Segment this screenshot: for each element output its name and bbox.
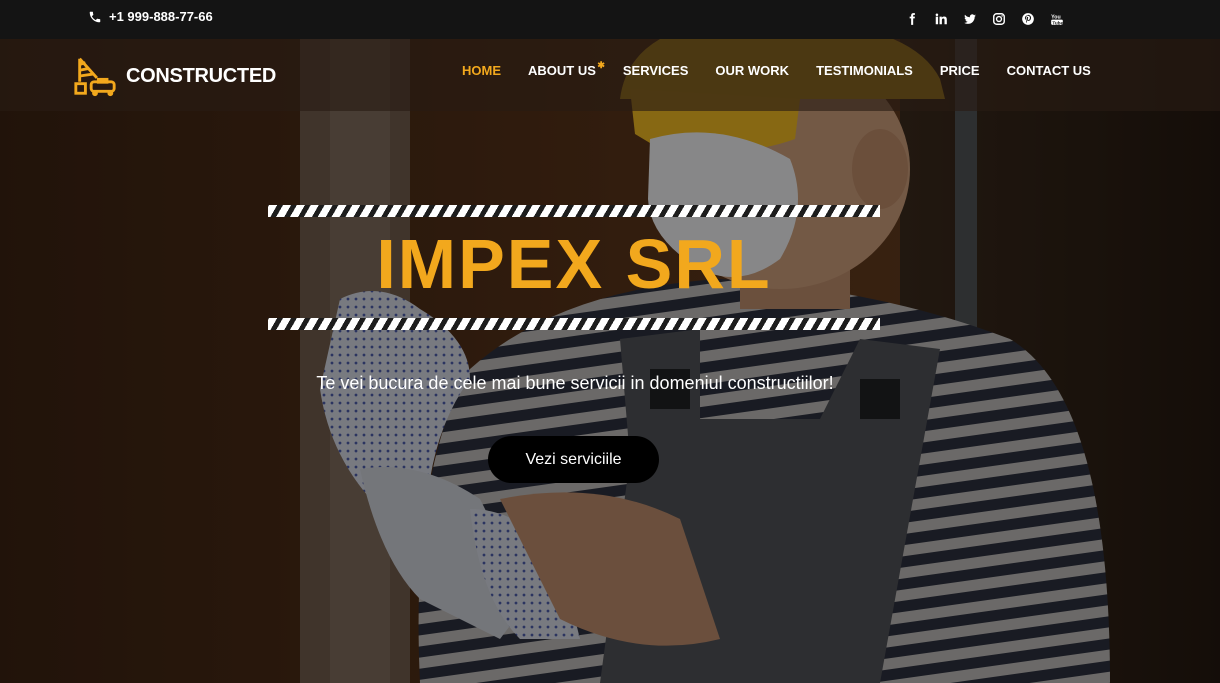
nav-our-work[interactable]: OUR WORK (715, 63, 789, 78)
nav-services[interactable]: SERVICES (623, 63, 689, 78)
youtube-icon[interactable]: You Tube (1049, 11, 1064, 26)
hero-title: IMPEX SRL (376, 225, 772, 303)
svg-text:You: You (1051, 14, 1061, 20)
instagram-icon[interactable] (991, 11, 1006, 26)
linkedin-icon[interactable] (933, 11, 948, 26)
facebook-icon[interactable] (904, 11, 919, 26)
nav-about-us-label: ABOUT US (528, 63, 596, 78)
hero-tagline: Te vei bucura de cele mai bune servicii … (316, 373, 834, 393)
nav-home[interactable]: HOME (462, 63, 501, 78)
brand-logo[interactable]: CONSTRUCTED (72, 53, 276, 99)
nav-about-us[interactable]: ABOUT US ✱ (528, 60, 605, 78)
nav-testimonials[interactable]: TESTIMONIALS (816, 63, 913, 78)
hero-background-image (0, 39, 1220, 683)
hazard-stripe-top (268, 205, 880, 217)
phone-icon (89, 11, 101, 22)
main-navbar: CONSTRUCTED HOME ABOUT US ✱ SERVICES OUR … (0, 39, 1220, 111)
social-links: You Tube (904, 11, 1064, 26)
nav-price[interactable]: PRICE (940, 63, 980, 78)
phone-contact[interactable]: +1 999-888-77-66 (88, 9, 213, 24)
main-menu: HOME ABOUT US ✱ SERVICES OUR WORK TESTIMO… (462, 60, 1118, 78)
pinterest-icon[interactable] (1020, 11, 1035, 26)
nav-contact-us[interactable]: CONTACT US (1007, 63, 1091, 78)
twitter-icon[interactable] (962, 11, 977, 26)
view-services-button[interactable]: Vezi serviciile (488, 436, 659, 483)
svg-text:Tube: Tube (1052, 20, 1063, 25)
brand-name: CONSTRUCTED (126, 64, 277, 87)
dropdown-star-icon: ✱ (597, 60, 605, 70)
crane-icon (74, 57, 116, 97)
phone-number: +1 999-888-77-66 (109, 9, 213, 24)
hazard-stripe-bottom (268, 318, 880, 330)
top-contact-bar: +1 999-888-77-66 You Tube (0, 0, 1220, 39)
